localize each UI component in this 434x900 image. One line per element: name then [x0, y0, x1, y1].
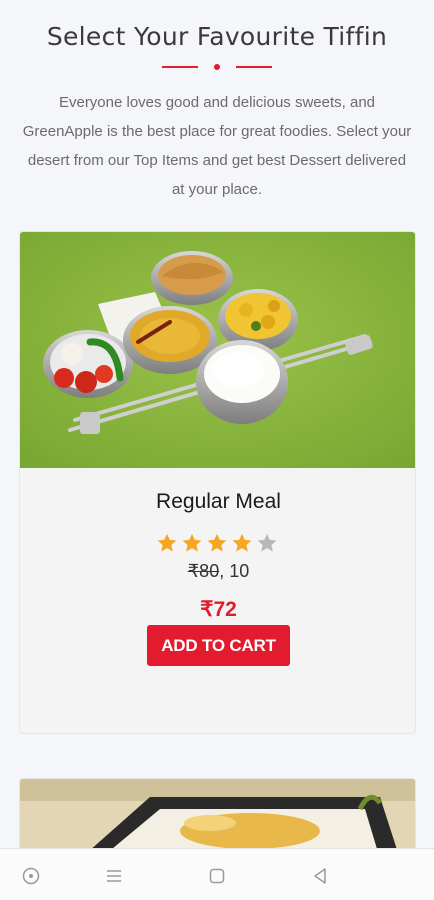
product-card-next[interactable] — [19, 778, 416, 858]
star-icon — [207, 533, 227, 552]
system-nav-bar — [0, 848, 434, 900]
product-price: ₹72 — [200, 598, 237, 621]
product-card[interactable]: Regular Meal ₹80, 10 ₹72 ADD TO CART — [19, 231, 416, 734]
section-title: Select Your Favourite Tiffin — [46, 22, 388, 51]
old-price: ₹80 — [187, 561, 220, 581]
discount-text: , 10 — [219, 561, 250, 581]
add-to-cart-button[interactable]: ADD TO CART — [147, 625, 290, 666]
record-icon[interactable] — [19, 864, 43, 888]
product-title: Regular Meal — [156, 490, 281, 513]
old-price-row: ₹80, 10 — [20, 561, 415, 582]
rating-stars — [156, 532, 280, 556]
star-icon — [182, 533, 202, 552]
back-triangle-icon[interactable] — [308, 864, 332, 888]
product-image-next — [20, 779, 415, 857]
section-intro: Everyone loves good and delicious sweets… — [22, 94, 412, 198]
home-square-icon[interactable] — [205, 864, 229, 888]
star-icon — [157, 533, 177, 552]
star-empty-icon — [257, 533, 277, 552]
star-icon — [232, 533, 252, 552]
title-divider — [162, 64, 272, 70]
product-image — [20, 232, 415, 468]
menu-icon[interactable] — [102, 864, 126, 888]
